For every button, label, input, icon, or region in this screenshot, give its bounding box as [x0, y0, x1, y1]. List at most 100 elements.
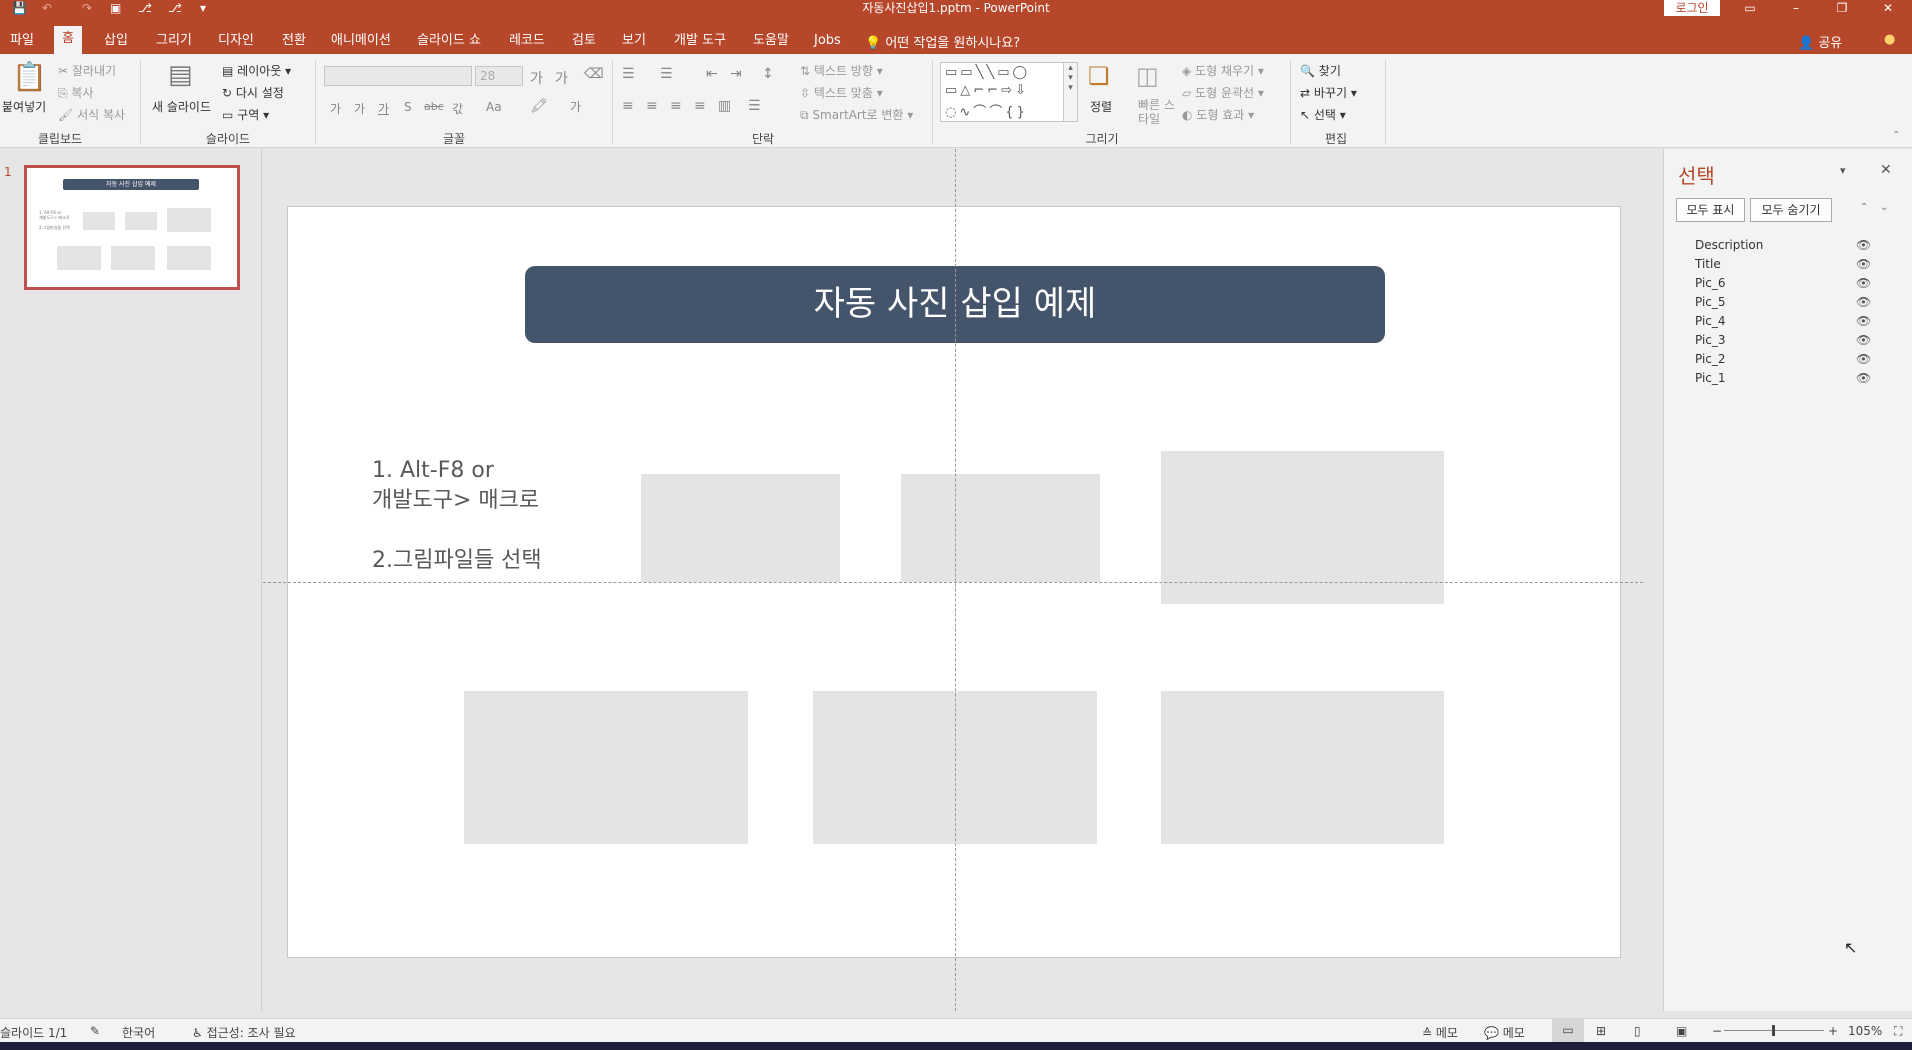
- new-slide-button[interactable]: 새 슬라이드: [152, 98, 211, 115]
- pic-placeholder-1[interactable]: [641, 474, 840, 582]
- tab-view[interactable]: 보기: [614, 28, 654, 54]
- vertical-guide[interactable]: [955, 149, 956, 1011]
- close-button[interactable]: ✕: [1868, 0, 1908, 16]
- login-button[interactable]: 로그인: [1664, 0, 1720, 16]
- paste-button[interactable]: 붙여넣기: [2, 98, 46, 115]
- slide-sorter-icon[interactable]: ⊞: [1596, 1024, 1606, 1038]
- show-all-button[interactable]: 모두 표시: [1676, 198, 1745, 222]
- reset-button[interactable]: ↻ 다시 설정: [222, 84, 284, 101]
- zoom-in-button[interactable]: +: [1828, 1024, 1838, 1038]
- selection-item[interactable]: Pic_1: [1695, 371, 1875, 390]
- gallery-scroll-icon[interactable]: ▴ ▾ ▾: [1063, 63, 1077, 121]
- clear-format-icon[interactable]: ⌫: [584, 66, 604, 82]
- tab-file[interactable]: 파일: [2, 28, 42, 54]
- char-spacing-icon[interactable]: 갃: [452, 100, 463, 117]
- pane-options-icon[interactable]: ▾: [1840, 164, 1846, 177]
- line-spacing-icon[interactable]: ↕: [762, 66, 774, 82]
- align-text-button[interactable]: ⇳ 텍스트 맞춤 ▾: [800, 84, 883, 101]
- undo-icon[interactable]: ↶: [42, 0, 52, 16]
- find-button[interactable]: 🔍 찾기: [1300, 62, 1341, 79]
- format-painter-button[interactable]: 🖌 서식 복사: [58, 106, 125, 123]
- selection-item[interactable]: Pic_4: [1695, 314, 1875, 333]
- tab-draw[interactable]: 그리기: [148, 28, 200, 54]
- tab-slideshow[interactable]: 슬라이드 쇼: [409, 28, 489, 54]
- tab-insert[interactable]: 삽입: [96, 28, 136, 54]
- align-left-icon[interactable]: ≡: [622, 98, 634, 114]
- tab-review[interactable]: 검토: [564, 28, 604, 54]
- align-text-icon[interactable]: ☰: [748, 98, 761, 114]
- present-icon[interactable]: ▣: [110, 0, 121, 16]
- tab-design[interactable]: 디자인: [210, 28, 262, 54]
- pic-placeholder-6[interactable]: [1161, 691, 1444, 844]
- customize-qat-icon[interactable]: ▾: [200, 0, 206, 16]
- redo-icon[interactable]: ↷: [82, 0, 92, 16]
- change-case-icon[interactable]: Aa: [486, 100, 502, 114]
- numbering-icon[interactable]: ☰: [660, 66, 673, 82]
- fit-to-window-icon[interactable]: ⛶: [1894, 1024, 1902, 1039]
- hierarchy-icon[interactable]: ⎇: [138, 0, 152, 16]
- visibility-eye-icon[interactable]: 👁: [1856, 238, 1871, 252]
- align-center-icon[interactable]: ≡: [646, 98, 658, 114]
- select-button[interactable]: ↖ 선택 ▾: [1300, 106, 1346, 123]
- minimize-button[interactable]: –: [1776, 0, 1816, 16]
- visibility-eye-icon[interactable]: 👁: [1856, 333, 1871, 347]
- smartart-button[interactable]: ⧉ SmartArt로 변환 ▾: [800, 106, 913, 123]
- visibility-eye-icon[interactable]: 👁: [1856, 257, 1871, 271]
- visibility-eye-icon[interactable]: 👁: [1856, 314, 1871, 328]
- send-backward-icon[interactable]: ⌄: [1880, 202, 1888, 213]
- copy-button[interactable]: ⎘ 복사: [58, 84, 94, 101]
- justify-icon[interactable]: ≡: [694, 98, 706, 114]
- language-indicator[interactable]: 한국어: [122, 1024, 155, 1041]
- selection-item[interactable]: Pic_6: [1695, 276, 1875, 295]
- pic-placeholder-4[interactable]: [464, 691, 748, 844]
- notes-button[interactable]: ≙ 메모: [1422, 1024, 1458, 1041]
- selection-item[interactable]: Description: [1695, 238, 1875, 257]
- normal-view-icon[interactable]: ▭: [1552, 1019, 1584, 1042]
- horizontal-guide[interactable]: [263, 582, 1643, 583]
- section-button[interactable]: ▭ 구역 ▾: [222, 106, 269, 123]
- bold-icon[interactable]: 가: [330, 100, 341, 117]
- selection-item[interactable]: Title: [1695, 257, 1875, 276]
- underline-icon[interactable]: 가: [378, 100, 389, 117]
- font-name-box[interactable]: [324, 66, 472, 86]
- tab-developer[interactable]: 개발 도구: [666, 28, 734, 54]
- decrease-indent-icon[interactable]: ⇤: [706, 66, 718, 82]
- replace-button[interactable]: ⇄ 바꾸기 ▾: [1300, 84, 1357, 101]
- slide-thumbnail[interactable]: 자동 사진 삽입 예제 1. Alt-F8 or 개발도구> 매크로 2.그림파…: [24, 165, 240, 290]
- text-direction-button[interactable]: ⇅ 텍스트 방향 ▾: [800, 62, 883, 79]
- zoom-slider-thumb[interactable]: [1772, 1025, 1775, 1036]
- tab-transitions[interactable]: 전환: [274, 28, 314, 54]
- pic-placeholder-2[interactable]: [901, 474, 1100, 582]
- tell-me-search[interactable]: 💡 어떤 작업을 원하시나요?: [865, 32, 1020, 51]
- close-pane-icon[interactable]: ✕: [1880, 162, 1892, 178]
- save-icon[interactable]: 💾: [12, 0, 27, 16]
- collapse-ribbon-icon[interactable]: ⌃: [1892, 130, 1900, 141]
- shape-outline-button[interactable]: ▱ 도형 윤곽선 ▾: [1182, 84, 1264, 101]
- tab-jobs[interactable]: Jobs: [806, 28, 849, 54]
- bring-forward-icon[interactable]: ⌃: [1860, 202, 1868, 213]
- highlight-icon[interactable]: 🖍: [530, 98, 548, 114]
- quick-styles-button[interactable]: 빠른 스타일: [1138, 98, 1178, 126]
- cut-button[interactable]: ✂ 잘라내기: [58, 62, 116, 79]
- shape-effects-button[interactable]: ◐ 도형 효과 ▾: [1182, 106, 1254, 123]
- zoom-level[interactable]: 105%: [1848, 1024, 1882, 1038]
- bullets-icon[interactable]: ☰: [622, 66, 635, 82]
- visibility-eye-icon[interactable]: 👁: [1856, 352, 1871, 366]
- slide-description[interactable]: 1. Alt-F8 or 개발도구> 매크로 2.그림파일들 선택: [372, 456, 542, 576]
- strikethrough-icon[interactable]: abc: [424, 100, 444, 113]
- org-chart-icon[interactable]: ⎇: [168, 0, 182, 16]
- spellcheck-icon[interactable]: ✎: [90, 1024, 100, 1038]
- tab-record[interactable]: 레코드: [501, 28, 553, 54]
- shape-fill-button[interactable]: ◈ 도형 채우기 ▾: [1182, 62, 1264, 79]
- align-right-icon[interactable]: ≡: [670, 98, 682, 114]
- visibility-eye-icon[interactable]: 👁: [1856, 371, 1871, 385]
- shrink-font-icon[interactable]: 가: [555, 68, 568, 88]
- selection-item[interactable]: Pic_2: [1695, 352, 1875, 371]
- tab-animations[interactable]: 애니메이션: [323, 28, 399, 54]
- tab-help[interactable]: 도움말: [745, 28, 797, 54]
- visibility-eye-icon[interactable]: 👁: [1856, 276, 1871, 290]
- ribbon-display-icon[interactable]: ▭: [1730, 0, 1770, 16]
- shapes-gallery[interactable]: ▭▭╲╲▭◯ ▭△⌐⌐⇨⇩ ◌∿⌒⌒{} ▴ ▾ ▾: [940, 62, 1078, 122]
- zoom-out-button[interactable]: −: [1712, 1024, 1722, 1038]
- layout-button[interactable]: ▤ 레이아웃 ▾: [222, 62, 291, 79]
